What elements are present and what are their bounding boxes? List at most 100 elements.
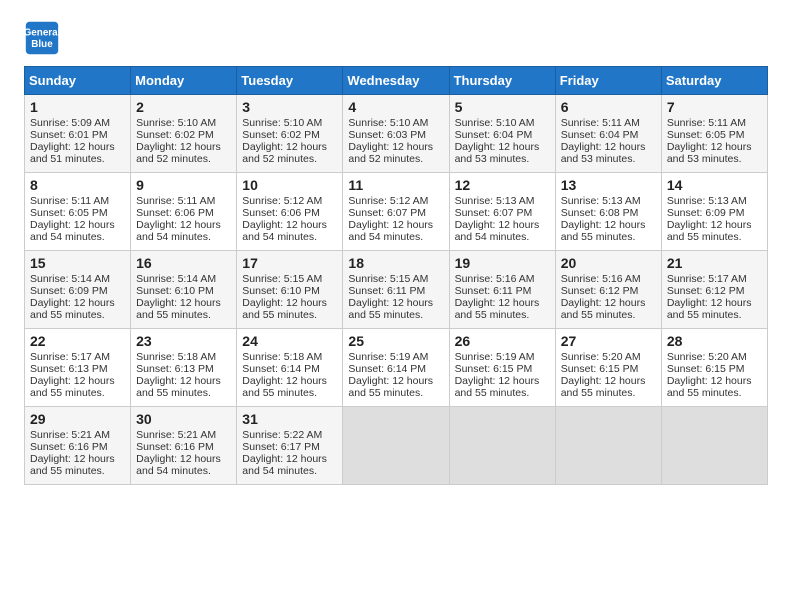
calendar-cell [661, 407, 767, 485]
calendar-cell: 28Sunrise: 5:20 AMSunset: 6:15 PMDayligh… [661, 329, 767, 407]
day-number: 24 [242, 333, 337, 349]
day-number: 13 [561, 177, 656, 193]
cell-info: Daylight: 12 hours [30, 297, 125, 309]
day-number: 8 [30, 177, 125, 193]
cell-info: Sunset: 6:05 PM [30, 207, 125, 219]
calendar-cell: 16Sunrise: 5:14 AMSunset: 6:10 PMDayligh… [131, 251, 237, 329]
day-number: 4 [348, 99, 443, 115]
cell-info: Sunrise: 5:15 AM [242, 273, 337, 285]
cell-info: Daylight: 12 hours [561, 141, 656, 153]
cell-info: and 55 minutes. [30, 309, 125, 321]
cell-info: Daylight: 12 hours [561, 375, 656, 387]
cell-info: and 55 minutes. [561, 309, 656, 321]
cell-info: Daylight: 12 hours [667, 141, 762, 153]
cell-info: Daylight: 12 hours [136, 219, 231, 231]
cell-info: Sunrise: 5:11 AM [667, 117, 762, 129]
cell-info: and 55 minutes. [242, 309, 337, 321]
day-header-friday: Friday [555, 67, 661, 95]
cell-info: Sunset: 6:07 PM [455, 207, 550, 219]
day-number: 21 [667, 255, 762, 271]
cell-info: and 54 minutes. [455, 231, 550, 243]
cell-info: Sunset: 6:03 PM [348, 129, 443, 141]
cell-info: Daylight: 12 hours [348, 297, 443, 309]
cell-info: Sunrise: 5:18 AM [242, 351, 337, 363]
calendar-cell: 15Sunrise: 5:14 AMSunset: 6:09 PMDayligh… [25, 251, 131, 329]
calendar-cell: 2Sunrise: 5:10 AMSunset: 6:02 PMDaylight… [131, 95, 237, 173]
cell-info: Sunrise: 5:19 AM [455, 351, 550, 363]
cell-info: Daylight: 12 hours [667, 375, 762, 387]
cell-info: Sunset: 6:11 PM [348, 285, 443, 297]
cell-info: Sunset: 6:09 PM [667, 207, 762, 219]
calendar-cell: 6Sunrise: 5:11 AMSunset: 6:04 PMDaylight… [555, 95, 661, 173]
calendar-cell: 21Sunrise: 5:17 AMSunset: 6:12 PMDayligh… [661, 251, 767, 329]
cell-info: Sunrise: 5:10 AM [455, 117, 550, 129]
day-number: 9 [136, 177, 231, 193]
cell-info: and 55 minutes. [455, 309, 550, 321]
calendar-cell: 23Sunrise: 5:18 AMSunset: 6:13 PMDayligh… [131, 329, 237, 407]
calendar-cell: 1Sunrise: 5:09 AMSunset: 6:01 PMDaylight… [25, 95, 131, 173]
day-number: 17 [242, 255, 337, 271]
cell-info: Sunrise: 5:10 AM [242, 117, 337, 129]
day-number: 12 [455, 177, 550, 193]
cell-info: Daylight: 12 hours [455, 141, 550, 153]
calendar-cell: 26Sunrise: 5:19 AMSunset: 6:15 PMDayligh… [449, 329, 555, 407]
calendar-cell: 29Sunrise: 5:21 AMSunset: 6:16 PMDayligh… [25, 407, 131, 485]
day-header-saturday: Saturday [661, 67, 767, 95]
cell-info: Sunset: 6:13 PM [136, 363, 231, 375]
cell-info: and 55 minutes. [561, 231, 656, 243]
day-number: 7 [667, 99, 762, 115]
day-number: 1 [30, 99, 125, 115]
cell-info: Sunrise: 5:21 AM [30, 429, 125, 441]
cell-info: Sunrise: 5:10 AM [348, 117, 443, 129]
cell-info: Sunset: 6:11 PM [455, 285, 550, 297]
calendar-cell: 12Sunrise: 5:13 AMSunset: 6:07 PMDayligh… [449, 173, 555, 251]
calendar-cell: 25Sunrise: 5:19 AMSunset: 6:14 PMDayligh… [343, 329, 449, 407]
cell-info: and 53 minutes. [561, 153, 656, 165]
calendar-cell: 17Sunrise: 5:15 AMSunset: 6:10 PMDayligh… [237, 251, 343, 329]
day-number: 14 [667, 177, 762, 193]
cell-info: Daylight: 12 hours [136, 141, 231, 153]
cell-info: Daylight: 12 hours [455, 297, 550, 309]
cell-info: Sunrise: 5:12 AM [348, 195, 443, 207]
day-header-tuesday: Tuesday [237, 67, 343, 95]
cell-info: Daylight: 12 hours [348, 375, 443, 387]
cell-info: and 55 minutes. [561, 387, 656, 399]
day-number: 30 [136, 411, 231, 427]
calendar-cell: 8Sunrise: 5:11 AMSunset: 6:05 PMDaylight… [25, 173, 131, 251]
calendar-cell: 22Sunrise: 5:17 AMSunset: 6:13 PMDayligh… [25, 329, 131, 407]
cell-info: Sunset: 6:16 PM [30, 441, 125, 453]
calendar-cell: 11Sunrise: 5:12 AMSunset: 6:07 PMDayligh… [343, 173, 449, 251]
page-header: General Blue [24, 20, 768, 56]
svg-text:Blue: Blue [31, 39, 53, 50]
cell-info: and 55 minutes. [348, 387, 443, 399]
cell-info: Sunrise: 5:20 AM [561, 351, 656, 363]
day-number: 20 [561, 255, 656, 271]
cell-info: Sunset: 6:17 PM [242, 441, 337, 453]
cell-info: and 54 minutes. [136, 231, 231, 243]
cell-info: Sunset: 6:14 PM [242, 363, 337, 375]
cell-info: Sunrise: 5:12 AM [242, 195, 337, 207]
logo: General Blue [24, 20, 66, 56]
cell-info: Daylight: 12 hours [242, 297, 337, 309]
cell-info: Sunset: 6:04 PM [561, 129, 656, 141]
cell-info: Daylight: 12 hours [561, 219, 656, 231]
day-number: 28 [667, 333, 762, 349]
cell-info: and 54 minutes. [348, 231, 443, 243]
cell-info: Daylight: 12 hours [136, 453, 231, 465]
calendar-table: SundayMondayTuesdayWednesdayThursdayFrid… [24, 66, 768, 485]
cell-info: and 55 minutes. [667, 387, 762, 399]
cell-info: and 52 minutes. [348, 153, 443, 165]
cell-info: Sunrise: 5:11 AM [30, 195, 125, 207]
cell-info: and 53 minutes. [667, 153, 762, 165]
cell-info: Daylight: 12 hours [455, 375, 550, 387]
calendar-cell: 27Sunrise: 5:20 AMSunset: 6:15 PMDayligh… [555, 329, 661, 407]
cell-info: Daylight: 12 hours [348, 141, 443, 153]
cell-info: and 55 minutes. [136, 309, 231, 321]
cell-info: Daylight: 12 hours [136, 297, 231, 309]
cell-info: Sunrise: 5:09 AM [30, 117, 125, 129]
cell-info: Sunset: 6:15 PM [455, 363, 550, 375]
cell-info: Daylight: 12 hours [667, 219, 762, 231]
cell-info: Sunrise: 5:10 AM [136, 117, 231, 129]
calendar-cell: 7Sunrise: 5:11 AMSunset: 6:05 PMDaylight… [661, 95, 767, 173]
day-number: 11 [348, 177, 443, 193]
